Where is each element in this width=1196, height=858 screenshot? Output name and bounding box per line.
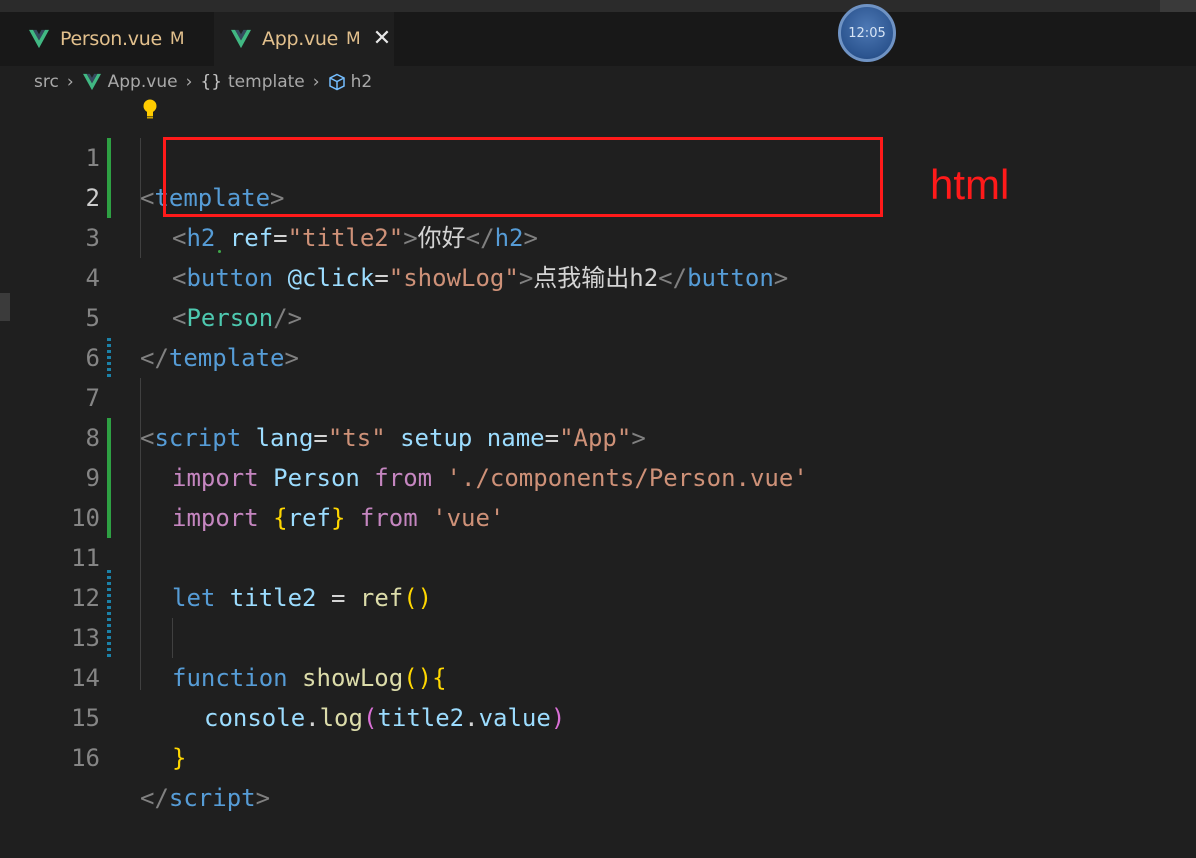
code-line: 10 bbox=[71, 504, 100, 532]
tab-label: App.vue bbox=[262, 28, 339, 50]
tab-person-vue[interactable]: Person.vue M bbox=[12, 12, 212, 66]
window-top-strip bbox=[0, 0, 1196, 12]
close-icon[interactable]: ✕ bbox=[373, 28, 391, 50]
tab-label: Person.vue bbox=[60, 28, 162, 50]
breadcrumb-template[interactable]: {} template bbox=[200, 72, 304, 92]
annotation-label: html bbox=[930, 161, 1010, 208]
breadcrumb-file-label: App.vue bbox=[107, 72, 178, 92]
modified-badge: M bbox=[169, 29, 185, 49]
code-line: 6 bbox=[85, 344, 100, 372]
vue-logo-icon bbox=[29, 29, 49, 49]
lightbulb-icon[interactable] bbox=[141, 98, 159, 120]
breadcrumb-src[interactable]: src bbox=[34, 72, 59, 92]
breadcrumb-template-label: template bbox=[228, 72, 305, 92]
breadcrumb-file[interactable]: App.vue bbox=[82, 72, 178, 92]
code-line: 11 let title2 = ref() bbox=[71, 544, 433, 612]
vue-logo-icon bbox=[231, 29, 251, 49]
cube-icon bbox=[328, 73, 345, 91]
vue-logo-icon bbox=[82, 73, 101, 91]
chevron-right-icon: › bbox=[312, 72, 320, 92]
braces-icon: {} bbox=[200, 72, 223, 92]
clock-widget: 12:05 bbox=[838, 4, 896, 62]
breadcrumb-h2-label: h2 bbox=[350, 72, 373, 92]
code-line: 13 function showLog(){ bbox=[71, 624, 447, 692]
tab-bar: Person.vue M App.vue M ✕ bbox=[0, 12, 1196, 66]
modified-badge: M bbox=[346, 29, 361, 49]
code-line: 5 </template> bbox=[85, 304, 299, 372]
code-line: 15 } bbox=[71, 704, 187, 772]
code-line: 1 <template> bbox=[85, 144, 285, 212]
code-line: 12 bbox=[71, 584, 100, 612]
clock-time: 12:05 bbox=[848, 25, 886, 41]
highlight-box bbox=[163, 137, 883, 217]
code-line: 4 <Person/> bbox=[85, 264, 303, 332]
chevron-right-icon: › bbox=[66, 72, 74, 92]
code-line: 8 import Person from './components/Perso… bbox=[85, 424, 808, 492]
code-line: 14 console.log(title2.value) bbox=[71, 664, 566, 732]
breadcrumb-h2[interactable]: h2 bbox=[328, 72, 373, 92]
code-line: 9 import {ref} from 'vue' bbox=[85, 464, 505, 532]
code-line: 16 </script> bbox=[71, 744, 271, 812]
code-line: 7 <script lang="ts" setup name="App"> bbox=[85, 384, 646, 452]
tab-app-vue[interactable]: App.vue M ✕ bbox=[214, 12, 394, 66]
chevron-right-icon: › bbox=[185, 72, 193, 92]
breadcrumb: src › App.vue › {} template › h2 bbox=[34, 68, 372, 96]
